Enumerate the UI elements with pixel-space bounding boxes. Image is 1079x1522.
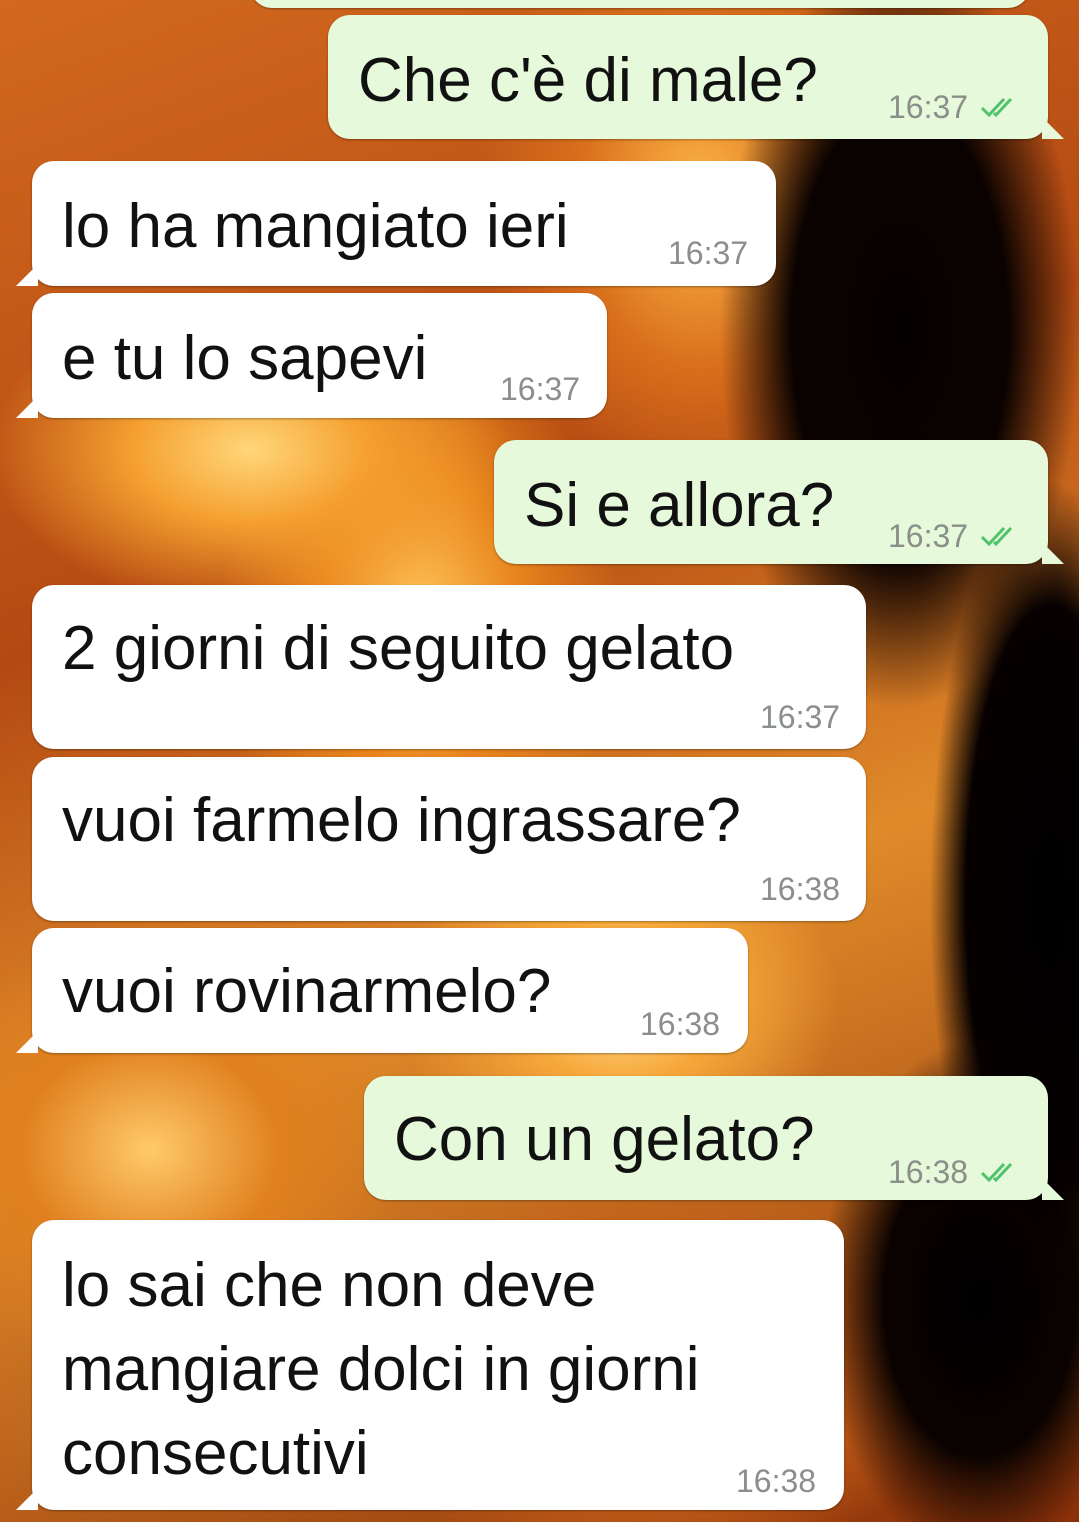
message-text: Che c'è di male? xyxy=(358,46,818,115)
message-bubble-incoming[interactable]: lo ha mangiato ieri 16:37 xyxy=(16,161,776,286)
message-bubble-outgoing[interactable]: Che c'è di male? 16:37 xyxy=(328,15,1064,139)
message-bubble-incoming[interactable]: e tu lo sapevi 16:37 xyxy=(16,293,607,418)
message-time: 16:38 xyxy=(640,1006,721,1042)
message-time: 16:37 xyxy=(888,518,969,554)
message-text: Con un gelato? xyxy=(394,1105,815,1174)
message-text: e tu lo sapevi xyxy=(62,324,428,393)
message-time: 16:38 xyxy=(760,871,841,907)
message-time: 16:37 xyxy=(668,235,749,271)
message-bubble-incoming[interactable]: vuoi farmelo ingrassare? 16:38 xyxy=(32,757,866,921)
message-text: vuoi farmelo ingrassare? xyxy=(62,786,741,855)
message-text: lo ha mangiato ieri xyxy=(62,192,569,261)
message-text: lo sai che non deve mangiare dolci in gi… xyxy=(62,1251,700,1488)
message-time: 16:37 xyxy=(760,699,841,735)
message-bubble-incoming[interactable]: 2 giorni di seguito gelato 16:37 xyxy=(32,585,866,749)
message-time: 16:37 xyxy=(500,371,581,407)
message-time: 16:38 xyxy=(736,1463,817,1499)
message-text: 2 giorni di seguito gelato xyxy=(62,614,735,683)
message-time: 16:38 xyxy=(888,1154,969,1190)
message-bubble-incoming[interactable]: vuoi rovinarmelo? 16:38 xyxy=(16,928,748,1053)
message-bubble-incoming[interactable]: lo sai che non deve mangiare dolci in gi… xyxy=(16,1220,844,1510)
message-time: 16:37 xyxy=(888,89,969,125)
double-check-icon xyxy=(980,97,1013,118)
message-text: Si e allora? xyxy=(524,471,835,540)
message-bubble-partial[interactable] xyxy=(250,0,1030,8)
double-check-icon xyxy=(980,526,1013,547)
message-bubble-outgoing[interactable]: Si e allora? 16:37 xyxy=(494,440,1064,564)
message-bubble-outgoing[interactable]: Con un gelato? 16:38 xyxy=(364,1076,1064,1200)
double-check-icon xyxy=(980,1162,1013,1183)
message-text: vuoi rovinarmelo? xyxy=(62,957,552,1026)
